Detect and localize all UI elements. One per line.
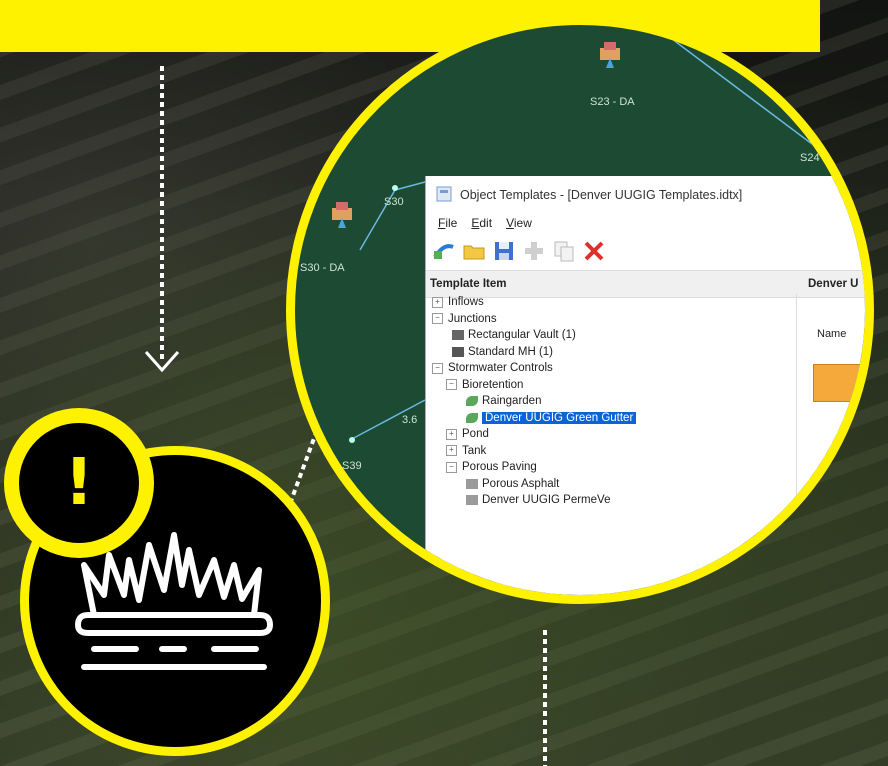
tree-item-label: Junctions	[448, 312, 497, 325]
plant-icon	[466, 396, 478, 407]
tree-item-raingarden[interactable]: Raingarden	[426, 393, 796, 410]
object-templates-window: Object Templates - [Denver UUGIG Templat…	[425, 176, 865, 595]
collapse-icon[interactable]: −	[446, 461, 457, 473]
delete-icon[interactable]	[582, 239, 606, 263]
catchment-icon[interactable]	[598, 40, 624, 68]
menu-bar: File Edit View	[426, 214, 865, 232]
window-title: Object Templates - [Denver UUGIG Templat…	[460, 188, 743, 202]
alert-icon: !	[19, 423, 139, 543]
tree-item-tank[interactable]: + Tank	[426, 443, 796, 460]
paving-icon	[466, 495, 478, 506]
tree-item-label: Denver UUGIG PermeVe	[482, 494, 611, 507]
tree-item-standard-mh[interactable]: Standard MH (1)	[426, 344, 796, 361]
plant-icon	[466, 412, 478, 423]
tree-item-label: Porous Asphalt	[482, 477, 560, 490]
tree-item-porous-paving[interactable]: − Porous Paving	[426, 459, 796, 476]
map-label: 3.6	[402, 414, 418, 426]
tree-item-label: Bioretention	[462, 378, 524, 391]
expand-icon[interactable]: +	[446, 445, 457, 457]
tree-item-label: Stormwater Controls	[448, 362, 553, 375]
toolbar	[426, 232, 865, 270]
app-icon	[436, 186, 452, 205]
tree-item-label: Pond	[462, 428, 489, 441]
tree-item-rectangular-vault[interactable]: Rectangular Vault (1)	[426, 327, 796, 344]
tree-item-permeable[interactable]: Denver UUGIG PermeVe	[426, 492, 796, 509]
tree-item-label: Porous Paving	[462, 461, 537, 474]
paving-icon	[466, 478, 478, 489]
template-tree: + Inflows − Junctions Rectangular Vault …	[426, 294, 796, 509]
menu-edit[interactable]: Edit	[471, 216, 492, 230]
menu-file[interactable]: File	[438, 216, 457, 230]
map-label: S30 - DA	[300, 262, 345, 274]
catchment-icon[interactable]	[330, 200, 356, 228]
tree-item-label: Inflows	[448, 296, 484, 309]
map-label: S39	[342, 460, 362, 472]
tree-item-label: Rectangular Vault (1)	[468, 329, 576, 342]
magnified-view: S23 - DA S30 S30 - DA S39 S24 S23 3.6 Ob…	[286, 16, 874, 604]
tree-item-label: Tank	[462, 444, 487, 457]
details-header: Denver U	[808, 278, 859, 290]
alert-badge: !	[4, 408, 154, 558]
copy-icon[interactable]	[552, 239, 576, 263]
expand-icon[interactable]: +	[446, 428, 457, 440]
collapse-icon[interactable]: −	[446, 379, 457, 391]
manhole-icon	[452, 346, 464, 357]
save-icon[interactable]	[492, 239, 516, 263]
tree-item-label: Raingarden	[482, 395, 542, 408]
tree-item-pond[interactable]: + Pond	[426, 426, 796, 443]
tree-item-bioretention[interactable]: − Bioretention	[426, 377, 796, 394]
map-label: S23 - DA	[590, 96, 635, 108]
tree-item-green-gutter[interactable]: Denver UUGIG Green Gutter	[426, 410, 796, 427]
tree-item-porous-asphalt[interactable]: Porous Asphalt	[426, 476, 796, 493]
orange-button[interactable]	[813, 364, 865, 402]
expand-icon[interactable]: +	[432, 296, 443, 308]
add-icon[interactable]	[522, 239, 546, 263]
tree-item-label-selected: Denver UUGIG Green Gutter	[482, 411, 637, 424]
collapse-icon[interactable]: −	[432, 362, 443, 374]
details-pane: Name	[796, 294, 865, 595]
map-label: S24	[800, 152, 820, 164]
menu-view[interactable]: View	[506, 216, 532, 230]
map-label: S23	[672, 28, 692, 40]
name-label: Name	[817, 328, 847, 340]
window-titlebar[interactable]: Object Templates - [Denver UUGIG Templat…	[426, 176, 865, 214]
template-item-header: Template Item	[430, 278, 507, 290]
tree-item-label: Standard MH (1)	[468, 345, 554, 358]
vault-icon	[452, 330, 464, 341]
tree-item-inflows[interactable]: + Inflows	[426, 294, 796, 311]
tree-item-junctions[interactable]: − Junctions	[426, 311, 796, 328]
new-icon[interactable]	[432, 239, 456, 263]
tree-item-stormwater-controls[interactable]: − Stormwater Controls	[426, 360, 796, 377]
map-label: S30	[384, 196, 404, 208]
open-folder-icon[interactable]	[462, 239, 486, 263]
collapse-icon[interactable]: −	[432, 313, 443, 325]
